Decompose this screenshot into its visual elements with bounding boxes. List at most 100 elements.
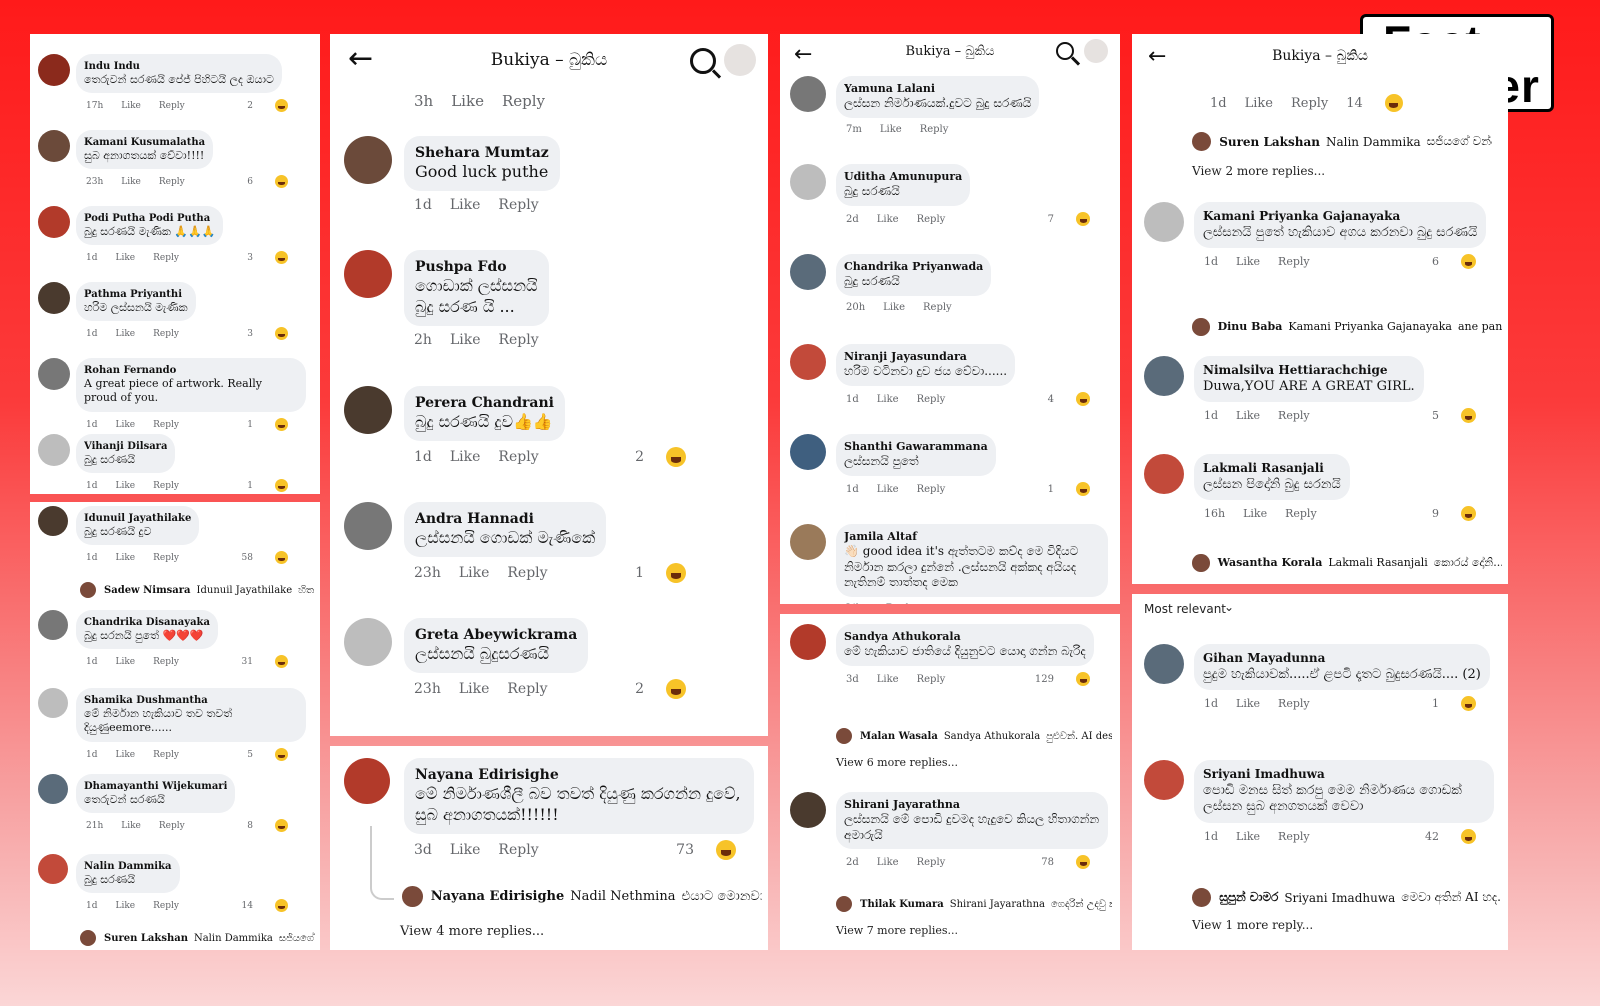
like-button[interactable]: Like	[121, 821, 141, 831]
like-button[interactable]: Like	[1245, 96, 1273, 111]
comment-author[interactable]: Andra Hannadi	[415, 510, 595, 528]
avatar[interactable]	[38, 358, 70, 390]
reply-button[interactable]: Reply	[917, 857, 946, 868]
like-button[interactable]: Like	[116, 481, 136, 491]
reply-preview[interactable]: Thilak Kumara Shirani Jayarathna ගෙදරින් උ…	[836, 896, 1112, 912]
like-button[interactable]: Like	[1236, 255, 1260, 268]
reply-button[interactable]: Reply	[923, 302, 952, 313]
like-button[interactable]: Like	[877, 484, 899, 495]
comment-author[interactable]: Shanthi Gawarammana	[844, 440, 988, 454]
reply-button[interactable]: Reply	[153, 481, 179, 491]
comment-author[interactable]: Sandya Athukorala	[844, 630, 1086, 644]
reply-button[interactable]: Reply	[917, 214, 946, 225]
comment-author[interactable]: Vihanji Dilsara	[84, 440, 167, 453]
comment-author[interactable]: Chandrika Disanayaka	[84, 616, 210, 629]
avatar[interactable]	[344, 758, 390, 804]
avatar[interactable]	[1144, 454, 1184, 494]
like-button[interactable]: Like	[116, 329, 136, 339]
avatar[interactable]	[344, 250, 392, 298]
view-more-replies[interactable]: View 1 more reply...	[1192, 918, 1313, 932]
reply-button[interactable]: Reply	[1291, 96, 1328, 111]
comment-author[interactable]: Nayana Edirisighe	[415, 766, 743, 784]
avatar[interactable]	[344, 136, 392, 184]
comment-author[interactable]: Sriyani Imadhuwa	[1203, 767, 1485, 783]
reply-button[interactable]: Reply	[507, 565, 547, 581]
comment-author[interactable]: Greta Abeywickrama	[415, 626, 577, 644]
reply-button[interactable]: Reply	[159, 821, 185, 831]
reply-button[interactable]: Reply	[153, 253, 179, 263]
avatar[interactable]	[790, 164, 826, 200]
view-more-replies[interactable]: View 4 more replies...	[400, 924, 544, 939]
avatar[interactable]	[38, 434, 70, 466]
reply-button[interactable]: Reply	[502, 92, 545, 110]
filter-dropdown[interactable]: Most relevant	[1144, 602, 1226, 616]
comment-author[interactable]: Niranji Jayasundara	[844, 350, 1007, 364]
reply-button[interactable]: Reply	[153, 901, 179, 911]
like-button[interactable]: Like	[877, 857, 899, 868]
like-button[interactable]: Like	[116, 901, 136, 911]
like-button[interactable]: Like	[450, 449, 481, 465]
avatar[interactable]	[790, 254, 826, 290]
reply-button[interactable]: Reply	[498, 449, 538, 465]
comment-author[interactable]: Chandrika Priyanwada	[844, 260, 983, 274]
like-button[interactable]: Like	[877, 674, 899, 685]
like-button[interactable]: Like	[451, 92, 484, 110]
comment-author[interactable]: Gihan Mayadunna	[1203, 651, 1481, 667]
reply-author[interactable]: Suren Lakshan	[104, 933, 188, 944]
reply-preview[interactable]: Suren Lakshan Nalin Dammika සජියගේ වන්දයක්	[80, 930, 316, 946]
like-button[interactable]: Like	[116, 420, 136, 430]
reply-preview[interactable]: Suren Lakshan Nalin Dammika සජියගේ වන්දයක්	[1192, 132, 1492, 152]
like-button[interactable]: Like	[846, 603, 868, 604]
avatar[interactable]	[38, 54, 70, 86]
reply-button[interactable]: Reply	[886, 603, 915, 604]
like-button[interactable]: Like	[1236, 697, 1260, 710]
avatar[interactable]	[38, 130, 70, 162]
avatar[interactable]	[1144, 202, 1184, 242]
comment-author[interactable]: Shirani Jayarathna	[844, 798, 1100, 812]
reply-preview[interactable]: Wasantha Korala Lakmali Rasanjali කොරය් දෝ…	[1192, 554, 1502, 572]
avatar[interactable]	[344, 502, 392, 550]
reply-button[interactable]: Reply	[153, 657, 179, 667]
avatar[interactable]	[38, 774, 68, 804]
comment-author[interactable]: Podi Putha Podi Putha	[84, 212, 215, 225]
like-button[interactable]: Like	[877, 394, 899, 405]
like-button[interactable]: Like	[121, 177, 141, 187]
avatar[interactable]	[724, 44, 756, 76]
like-button[interactable]: Like	[116, 657, 136, 667]
avatar[interactable]	[1144, 356, 1184, 396]
reply-preview[interactable]: Malan Wasala Sandya Athukorala පුළුවන්. AI…	[836, 728, 1112, 744]
reply-button[interactable]: Reply	[498, 197, 538, 213]
like-button[interactable]: Like	[883, 302, 905, 313]
reply-button[interactable]: Reply	[159, 177, 185, 187]
reply-button[interactable]: Reply	[920, 124, 949, 135]
avatar[interactable]	[790, 344, 826, 380]
avatar[interactable]	[344, 618, 392, 666]
comment-author[interactable]: Dhamayanthi Wijekumari	[84, 780, 227, 793]
comment-author[interactable]: Jamila Altaf	[844, 530, 1100, 544]
reply-button[interactable]: Reply	[1278, 697, 1310, 710]
reply-author[interactable]: Nayana Edirisighe	[431, 889, 564, 904]
reply-button[interactable]: Reply	[153, 553, 179, 563]
reply-author[interactable]: Suren Lakshan	[1219, 135, 1320, 149]
comment-author[interactable]: Lakmali Rasanjali	[1203, 461, 1341, 477]
comment-author[interactable]: Rohan Fernando	[84, 364, 298, 377]
like-button[interactable]: Like	[877, 214, 899, 225]
reply-preview[interactable]: සුපුන් චාමර Sriyani Imadhuwa මෙවා අතින් AI…	[1192, 888, 1502, 908]
reply-preview[interactable]: Sadew Nimsara Idunuil Jayathilake හිත AI ව…	[80, 582, 316, 598]
view-more-replies[interactable]: View 2 more replies...	[1192, 164, 1325, 178]
view-more-replies[interactable]: View 7 more replies...	[836, 924, 958, 937]
avatar[interactable]	[38, 854, 68, 884]
reply-button[interactable]: Reply	[159, 101, 185, 111]
like-button[interactable]: Like	[116, 750, 136, 760]
reply-button[interactable]: Reply	[1278, 409, 1310, 422]
reply-button[interactable]: Reply	[507, 681, 547, 697]
reply-button[interactable]: Reply	[153, 420, 179, 430]
like-button[interactable]: Like	[121, 101, 141, 111]
reply-button[interactable]: Reply	[1278, 830, 1310, 843]
like-button[interactable]: Like	[450, 197, 481, 213]
like-button[interactable]: Like	[450, 332, 481, 348]
avatar[interactable]	[38, 688, 68, 718]
comment-author[interactable]: Uditha Amunupura	[844, 170, 962, 184]
reply-button[interactable]: Reply	[153, 329, 179, 339]
comment-author[interactable]: Pathma Priyanthi	[84, 288, 188, 301]
